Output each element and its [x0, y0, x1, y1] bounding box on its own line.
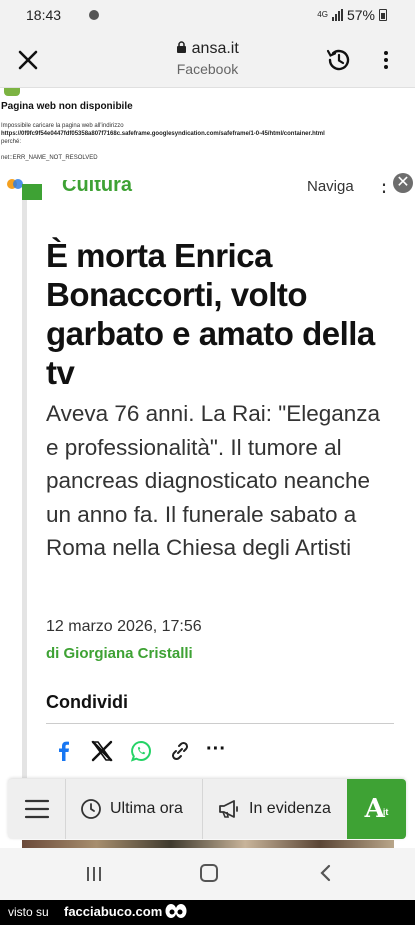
close-icon[interactable] — [14, 46, 42, 74]
browser-toolbar: ansa.it Facebook — [0, 32, 415, 88]
network-type: 4G — [317, 10, 328, 19]
status-indicators: 4G 57% — [317, 7, 387, 23]
message-notification-icon — [89, 10, 99, 20]
battery-percentage: 57% — [346, 7, 375, 23]
clock-icon — [81, 799, 101, 819]
more-options-icon[interactable] — [378, 48, 394, 72]
lock-icon — [177, 41, 187, 53]
logo-suffix: it — [382, 807, 389, 817]
ad-error-frame: Pagina web non disponibile Impossibile c… — [0, 88, 415, 189]
eyes-icon — [164, 902, 188, 922]
android-error-icon — [4, 88, 20, 96]
footer-prefix: visto su — [8, 905, 49, 919]
url-domain: ansa.it — [191, 40, 239, 57]
article-left-rule — [22, 192, 27, 778]
logo-letter: A — [364, 794, 385, 824]
error-description: Impossibile caricare la pagina web all'i… — [1, 123, 124, 129]
hamburger-menu-icon[interactable] — [8, 779, 66, 839]
history-icon[interactable] — [324, 45, 354, 75]
bottom-navigation: Ultima ora In evidenza A it — [8, 779, 406, 839]
recent-apps-icon[interactable] — [84, 866, 104, 882]
url-display[interactable]: ansa.it Facebook — [120, 40, 295, 77]
ultima-ora-button[interactable]: Ultima ora — [66, 779, 203, 839]
ultima-ora-label: Ultima ora — [110, 800, 183, 817]
x-icon[interactable] — [90, 739, 114, 763]
back-icon[interactable] — [318, 864, 332, 882]
error-title: Pagina web non disponibile — [1, 101, 133, 112]
category-menu-icon[interactable]: ⋮ — [374, 180, 394, 197]
category-bar: Cultura Naviga ⋮ — [22, 180, 394, 200]
megaphone-icon — [219, 800, 238, 818]
share-label: Condividi — [46, 692, 128, 712]
in-evidenza-button[interactable]: In evidenza — [203, 779, 347, 839]
in-evidenza-label: In evidenza — [249, 800, 331, 817]
link-icon[interactable] — [168, 739, 192, 763]
article-headline: È morta Enrica Bonaccorti, volto garbato… — [46, 237, 375, 391]
battery-icon — [379, 9, 387, 21]
more-share-icon[interactable]: ··· — [206, 739, 230, 763]
ad-close-icon[interactable]: ✕ — [393, 173, 413, 193]
system-navigation-bar — [0, 848, 415, 900]
home-icon[interactable] — [200, 864, 218, 882]
share-divider — [46, 723, 394, 724]
footer-site: facciabuco.com — [64, 904, 163, 919]
naviga-link[interactable]: Naviga — [307, 180, 354, 195]
whatsapp-icon[interactable] — [129, 739, 153, 763]
error-why: perché: — [1, 139, 22, 145]
status-time: 18:43 — [26, 7, 62, 23]
watermark-footer: visto su facciabuco.com — [0, 900, 415, 925]
article-author[interactable]: di Giorgiana Cristalli — [46, 645, 193, 662]
error-code: net::ERR_NAME_NOT_RESOLVED — [1, 155, 98, 161]
ansa-logo-button[interactable]: A it — [347, 779, 406, 839]
article-image-peek — [22, 840, 394, 848]
section-logo-icon — [22, 184, 42, 200]
article-subtitle: Aveva 76 anni. La Rai: "Eleganza e profe… — [46, 401, 381, 560]
error-url: https://0f9fc9f54e0447fdf05358a807f7168c… — [1, 131, 325, 137]
category-label[interactable]: Cultura — [62, 180, 132, 197]
status-bar: 18:43 4G 57% — [0, 0, 415, 32]
signal-icon — [331, 9, 343, 21]
url-domain-row: ansa.it — [120, 40, 295, 58]
url-source: Facebook — [176, 61, 239, 77]
facebook-icon[interactable] — [52, 739, 76, 763]
article-date: 12 marzo 2026, 17:56 — [46, 618, 202, 635]
